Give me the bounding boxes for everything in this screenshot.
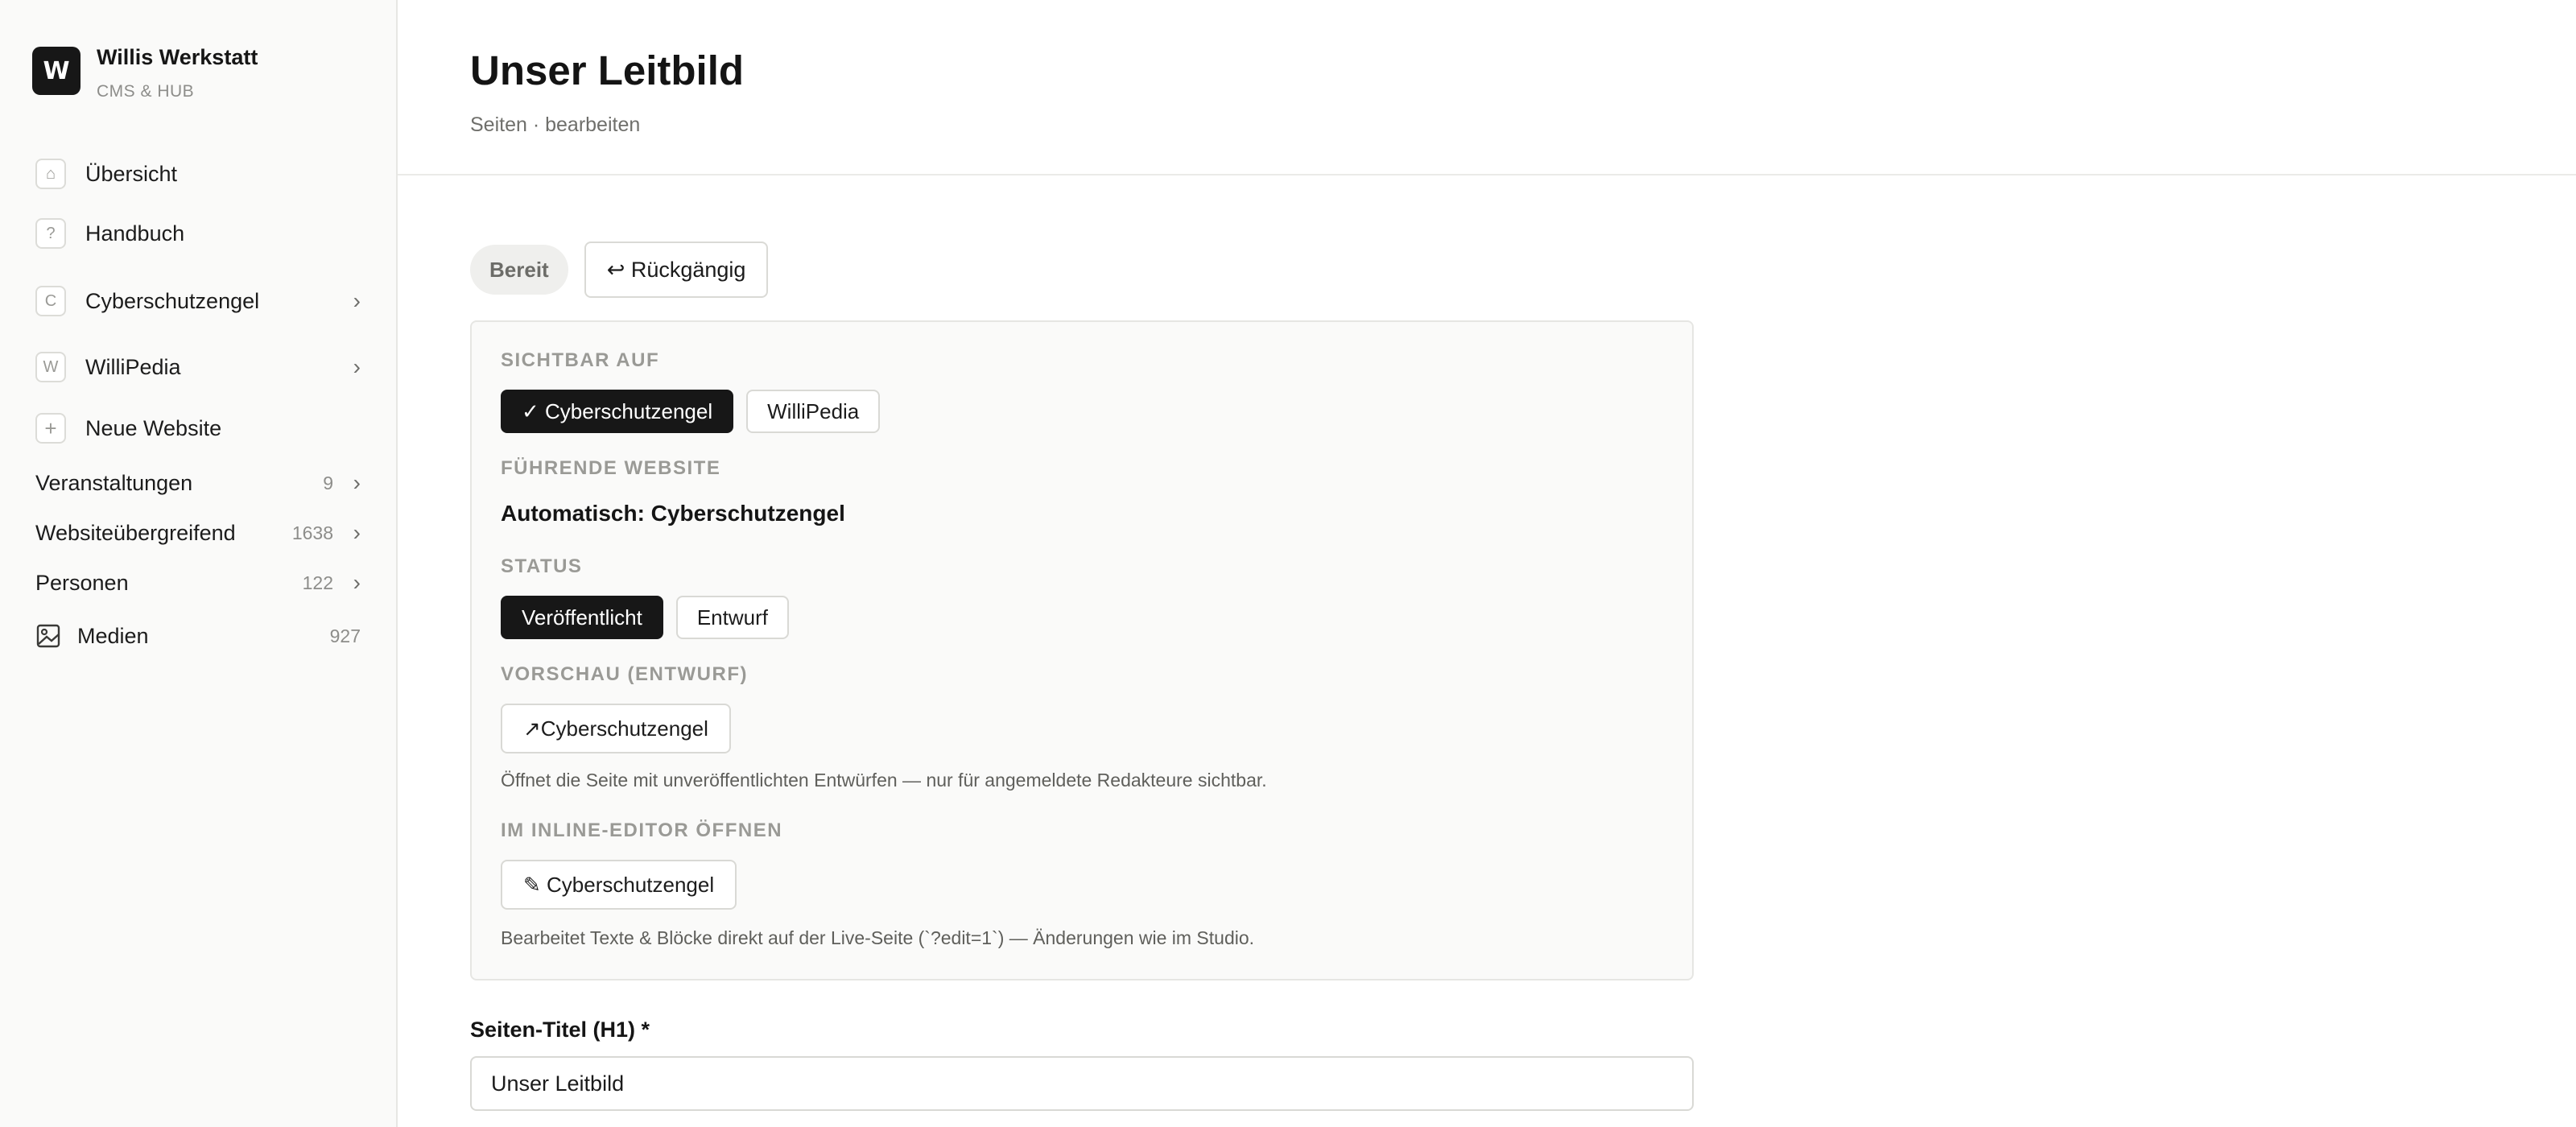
- toolbar: Bereit ↩ Rückgängig: [470, 242, 769, 298]
- sidebar-item-label: Veranstaltungen: [35, 470, 193, 495]
- chevron-right-icon: ›: [353, 520, 361, 545]
- inline-editor-hint: Bearbeitet Texte & Blöcke direkt auf der…: [501, 927, 1255, 948]
- site-letter-icon: C: [35, 286, 66, 316]
- site-letter-icon: W: [35, 352, 66, 382]
- chevron-right-icon: ›: [353, 354, 361, 379]
- brand[interactable]: W Willis Werkstatt CMS & HUB: [32, 47, 258, 101]
- preview-link-button[interactable]: ↗Cyberschutzengel: [501, 704, 731, 753]
- page-header: Unser Leitbild Seiten · bearbeiten: [398, 0, 2576, 175]
- status-badge: Bereit: [470, 245, 568, 295]
- site-toggle-willipedia[interactable]: WilliPedia: [746, 390, 881, 433]
- preview-label: VORSCHAU (ENTWURF): [501, 663, 748, 685]
- count-badge: 927: [329, 625, 361, 646]
- sidebar-item-handbuch[interactable]: ? Handbuch: [35, 217, 361, 250]
- help-icon: ?: [35, 218, 66, 249]
- count-badge: 9: [323, 472, 333, 493]
- sidebar-item-label: Medien: [77, 623, 149, 648]
- chevron-right-icon: ›: [353, 570, 361, 595]
- sidebar-item-uebersicht[interactable]: ⌂ Übersicht: [35, 158, 361, 190]
- leading-site-value: Automatisch: Cyberschutzengel: [501, 501, 845, 526]
- page-title-input[interactable]: [470, 1056, 1694, 1111]
- sidebar-item-neue-website[interactable]: + Neue Website: [35, 412, 361, 444]
- image-icon: [36, 624, 60, 648]
- sidebar-item-label: Übersicht: [85, 161, 178, 186]
- sidebar: W Willis Werkstatt CMS & HUB ⌂ Übersicht…: [0, 0, 398, 1127]
- main-content: Unser Leitbild Seiten · bearbeiten Berei…: [398, 0, 2576, 1127]
- status-label: STATUS: [501, 555, 583, 577]
- chevron-right-icon: ›: [353, 288, 361, 313]
- plus-icon: +: [35, 413, 66, 444]
- site-toggle-cyberschutzengel[interactable]: ✓ Cyberschutzengel: [501, 390, 734, 433]
- sidebar-item-label: Websiteübergreifend: [35, 520, 236, 545]
- status-published-button[interactable]: Veröffentlicht: [501, 596, 663, 639]
- brand-subtitle: CMS & HUB: [97, 82, 195, 101]
- sidebar-item-personen[interactable]: Personen 122 ›: [35, 567, 361, 599]
- count-badge: 1638: [291, 522, 333, 543]
- page-title-field-label: Seiten-Titel (H1) *: [470, 1018, 650, 1042]
- sidebar-item-cyberschutzengel[interactable]: C Cyberschutzengel ›: [35, 285, 361, 317]
- inline-editor-button[interactable]: ✎ Cyberschutzengel: [501, 860, 737, 910]
- sidebar-item-label: Neue Website: [85, 415, 222, 440]
- visible-on-options: ✓ Cyberschutzengel WilliPedia: [501, 390, 893, 433]
- chevron-right-icon: ›: [353, 470, 361, 495]
- publishing-panel: SICHTBAR AUF ✓ Cyberschutzengel WilliPed…: [470, 320, 1694, 980]
- sidebar-item-websiteuebergreifend[interactable]: Websiteübergreifend 1638 ›: [35, 517, 361, 549]
- leading-site-label: FÜHRENDE WEBSITE: [501, 457, 721, 479]
- count-badge: 122: [302, 572, 333, 593]
- page-title: Unser Leitbild: [470, 47, 745, 93]
- home-icon: ⌂: [35, 159, 66, 189]
- sidebar-item-veranstaltungen[interactable]: Veranstaltungen 9 ›: [35, 467, 361, 499]
- brand-name: Willis Werkstatt: [97, 45, 258, 69]
- inline-editor-label: IM INLINE-EDITOR ÖFFNEN: [501, 819, 783, 841]
- sidebar-item-willipedia[interactable]: W WilliPedia ›: [35, 351, 361, 383]
- sidebar-item-medien[interactable]: Medien 927: [35, 620, 361, 652]
- sidebar-item-label: Handbuch: [85, 221, 185, 246]
- sidebar-item-label: WilliPedia: [85, 354, 181, 379]
- sidebar-item-label: Cyberschutzengel: [85, 288, 260, 313]
- sidebar-item-label: Personen: [35, 570, 129, 595]
- breadcrumb: Seiten · bearbeiten: [470, 114, 641, 136]
- undo-button[interactable]: ↩ Rückgängig: [584, 242, 769, 298]
- status-draft-button[interactable]: Entwurf: [675, 596, 789, 639]
- preview-hint: Öffnet die Seite mit unveröffentlichten …: [501, 770, 1267, 791]
- visible-on-label: SICHTBAR AUF: [501, 349, 660, 371]
- status-options: Veröffentlicht Entwurf: [501, 596, 802, 639]
- brand-logo: W: [32, 47, 80, 95]
